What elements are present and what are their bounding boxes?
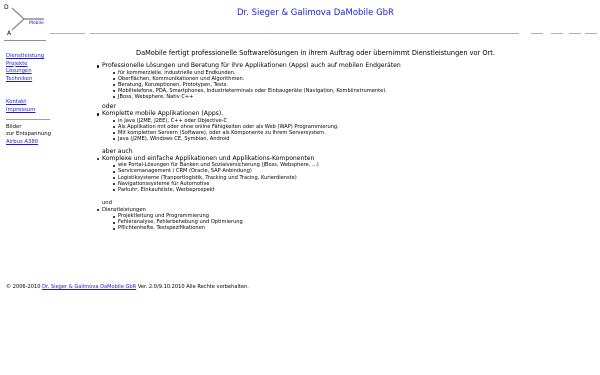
header-line [569,33,581,34]
section-heading: Komplette mobile Applikationen (Apps). [97,110,582,118]
header-line [585,33,597,34]
section-list: wie Portal-Lösungen für Banken und Sozia… [102,162,582,193]
airbus-a380-link[interactable]: Airbus A380 [6,139,66,147]
section-list: in Java (J2ME, J2EE), C++ oder Objective… [102,118,582,142]
nav-loesungen-link[interactable]: Lösungen [6,68,66,76]
intro-text: DaMobile fertigt professionelle Software… [136,49,495,57]
section-heading: Komplexe und einfache Applikationen und … [97,155,582,163]
site-title: Dr. Sieger & Galimova DaMobile GbR [237,8,394,18]
header-line [551,33,563,34]
pictures-label: Bilder [6,123,22,130]
logo-letter-d: D [4,4,9,11]
header-line [90,33,519,34]
nav-dienstleistung-link[interactable]: Dienstleistung [6,53,66,61]
footer-copyright: © 2006-2010 [6,284,41,290]
connector-text: und [102,199,112,206]
header-line [531,33,543,34]
logo-underline [4,40,46,41]
list-item: Pflichtenhefte, Testspezifikationen [113,225,582,231]
logo-brand: Mobile [29,21,44,26]
nav-kontakt-link[interactable]: Kontakt [6,99,66,107]
nav-projekte-link[interactable]: Projekte [6,61,66,69]
section-heading: Dienstleistungen [97,207,582,214]
section-list: für kommerzielle, industrielle und Endku… [102,70,582,100]
section-list: Projektleitung und Programmierung Fehler… [102,213,582,231]
footer: © 2006-2010 Dr. Sieger & Galimova DaMobi… [6,284,249,290]
sidebar: Dienstleistung Projekte Lösungen Technik… [6,53,66,146]
company-logo[interactable]: D A Mobile [4,4,46,38]
section-heading: Professionelle Lösungen und Beratung für… [97,62,582,70]
list-item: JBoss, Websphere, Nativ C++ [113,94,582,100]
logo-letter-a: A [7,30,12,37]
sidebar-divider [6,118,50,120]
list-item: Parkuhr, Einkaufsliste, Werbeprospekt [113,187,582,193]
pictures-sublabel: zur Entspannung [6,131,51,138]
footer-version: Ver. 2.0/9.10.2010 Alle Rechte vorbehalt… [137,284,249,290]
main-content: Professionelle Lösungen und Beratung für… [97,62,582,232]
header-line [50,33,85,34]
nav-techniken-link[interactable]: Techniken [6,76,66,84]
nav-impressum-link[interactable]: Impressum [6,107,66,115]
footer-company-link[interactable]: Dr. Sieger & Galimova DaMobile GbR [42,284,136,290]
list-item: Java (J2ME), Windows CE, Symbian, Androi… [113,136,582,142]
